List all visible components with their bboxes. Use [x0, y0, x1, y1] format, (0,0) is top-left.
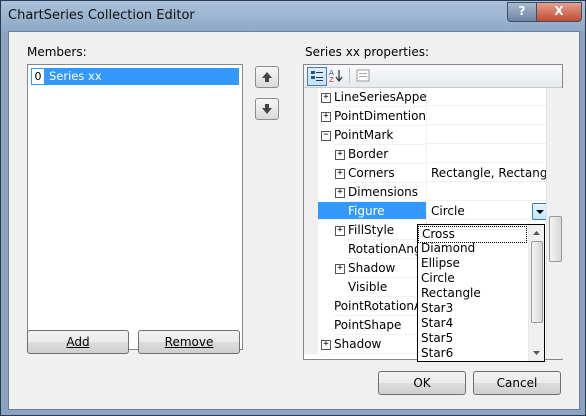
expand-icon[interactable]: + — [335, 188, 345, 198]
property-name: PointDimentions — [334, 107, 426, 126]
dropdown-option[interactable]: Circle — [418, 271, 531, 286]
property-row-corners[interactable]: + Corners Rectangle, Rectangle, R — [304, 164, 546, 183]
figure-value-combobox[interactable]: Circle — [426, 202, 546, 220]
collapse-icon[interactable]: − — [321, 131, 331, 141]
row-gutter — [304, 259, 318, 278]
dropdown-button[interactable] — [532, 203, 546, 220]
row-gutter — [304, 145, 318, 164]
categorized-icon — [311, 71, 323, 81]
row-gutter — [304, 316, 318, 335]
arrow-down-icon — [262, 104, 272, 114]
member-name: Series xx — [49, 69, 102, 83]
close-button[interactable]: X — [536, 2, 582, 22]
move-down-button[interactable] — [255, 98, 279, 120]
property-value[interactable] — [426, 145, 546, 163]
dropdown-option[interactable]: Star3 — [418, 301, 531, 316]
members-label: Members: — [27, 45, 87, 59]
row-gutter — [304, 221, 318, 240]
remove-button[interactable]: Remove — [138, 330, 240, 354]
property-row-lineseriesappearance[interactable]: + LineSeriesAppear — [304, 88, 546, 107]
members-list[interactable]: 0 Series xx — [27, 64, 243, 350]
property-pages-icon — [356, 69, 370, 82]
row-gutter — [304, 278, 318, 297]
expand-icon[interactable]: + — [335, 226, 345, 236]
ok-button[interactable]: OK — [378, 371, 466, 395]
expand-icon[interactable]: + — [321, 112, 331, 122]
property-grid-toolbar: A Z — [304, 65, 562, 88]
row-gutter — [304, 202, 318, 221]
properties-label: Series xx properties: — [305, 45, 430, 59]
arrow-up-icon — [262, 72, 272, 82]
property-name: RotationAngle — [348, 240, 426, 259]
row-gutter — [304, 88, 318, 107]
row-gutter — [304, 240, 318, 259]
property-value[interactable] — [426, 88, 546, 106]
member-index: 0 — [31, 68, 45, 85]
toolbar-separator — [349, 68, 350, 83]
move-up-button[interactable] — [255, 66, 279, 88]
property-value[interactable]: Rectangle, Rectangle, R — [426, 164, 546, 182]
list-item-series[interactable]: 0 Series xx — [31, 68, 239, 85]
chevron-down-icon — [536, 210, 544, 214]
dropdown-option[interactable]: Rectangle — [418, 286, 531, 301]
scrollbar-thumb[interactable] — [549, 216, 562, 262]
property-pages-button[interactable] — [354, 67, 372, 84]
property-row-dimensions[interactable]: + Dimensions — [304, 183, 546, 202]
property-value[interactable] — [426, 126, 546, 144]
row-gutter — [304, 126, 318, 145]
alphabetical-view-button[interactable]: A Z — [327, 67, 345, 84]
svg-text:Z: Z — [329, 76, 334, 84]
property-name: LineSeriesAppear — [334, 88, 426, 107]
window-title: ChartSeries Collection Editor — [8, 8, 195, 23]
row-gutter — [304, 107, 318, 126]
add-button[interactable]: Add — [27, 330, 129, 354]
property-value[interactable] — [426, 183, 546, 201]
scroll-up-icon[interactable] — [529, 227, 544, 239]
row-gutter — [304, 164, 318, 183]
property-name: PointMark — [334, 126, 426, 145]
categorized-view-button[interactable] — [307, 67, 327, 86]
expand-icon[interactable]: + — [335, 169, 345, 179]
dropdown-option[interactable]: Star6 — [418, 346, 531, 361]
dropdown-option[interactable]: Ellipse — [418, 256, 531, 271]
property-grid-scrollbar[interactable] — [546, 88, 563, 359]
title-bar[interactable]: ChartSeries Collection Editor ? X — [1, 1, 585, 31]
property-name: Border — [348, 145, 426, 164]
help-button[interactable]: ? — [507, 2, 537, 22]
figure-dropdown-list[interactable]: Cross Diamond Ellipse Circle Rectangle S… — [417, 224, 545, 362]
property-name: PointRotationAn — [334, 297, 426, 316]
property-value[interactable] — [426, 107, 546, 125]
property-row-pointmark[interactable]: − PointMark — [304, 126, 546, 145]
remove-button-label: Remove — [164, 335, 214, 349]
property-name: FillStyle — [348, 221, 426, 240]
cancel-button[interactable]: Cancel — [473, 371, 561, 395]
property-name: Shadow — [348, 259, 426, 278]
expand-icon[interactable]: + — [335, 150, 345, 160]
scroll-down-icon[interactable] — [529, 347, 544, 359]
scrollbar-thumb[interactable] — [531, 241, 543, 323]
property-row-border[interactable]: + Border — [304, 145, 546, 164]
property-name: Shadow — [334, 335, 426, 354]
add-button-label: Add — [66, 335, 90, 349]
expand-icon[interactable]: + — [335, 264, 345, 274]
dropdown-option[interactable]: Star5 — [418, 331, 531, 346]
property-name: PointShape — [334, 316, 426, 335]
expand-icon[interactable]: + — [321, 340, 331, 350]
expand-icon[interactable]: + — [321, 93, 331, 103]
property-row-pointdimentions[interactable]: + PointDimentions — [304, 107, 546, 126]
property-name: Dimensions — [348, 183, 426, 202]
row-gutter — [304, 183, 318, 202]
property-row-figure[interactable]: Figure Circle — [304, 202, 546, 221]
dropdown-option[interactable]: Star4 — [418, 316, 531, 331]
property-name: Figure — [318, 202, 426, 220]
row-gutter — [304, 335, 318, 354]
property-name: Visible — [348, 278, 426, 297]
property-name: Corners — [348, 164, 426, 183]
row-gutter — [304, 297, 318, 316]
sort-alphabetical-icon: A Z — [329, 69, 343, 84]
dropdown-scrollbar[interactable] — [528, 225, 544, 361]
dropdown-option[interactable]: Diamond — [418, 241, 531, 256]
